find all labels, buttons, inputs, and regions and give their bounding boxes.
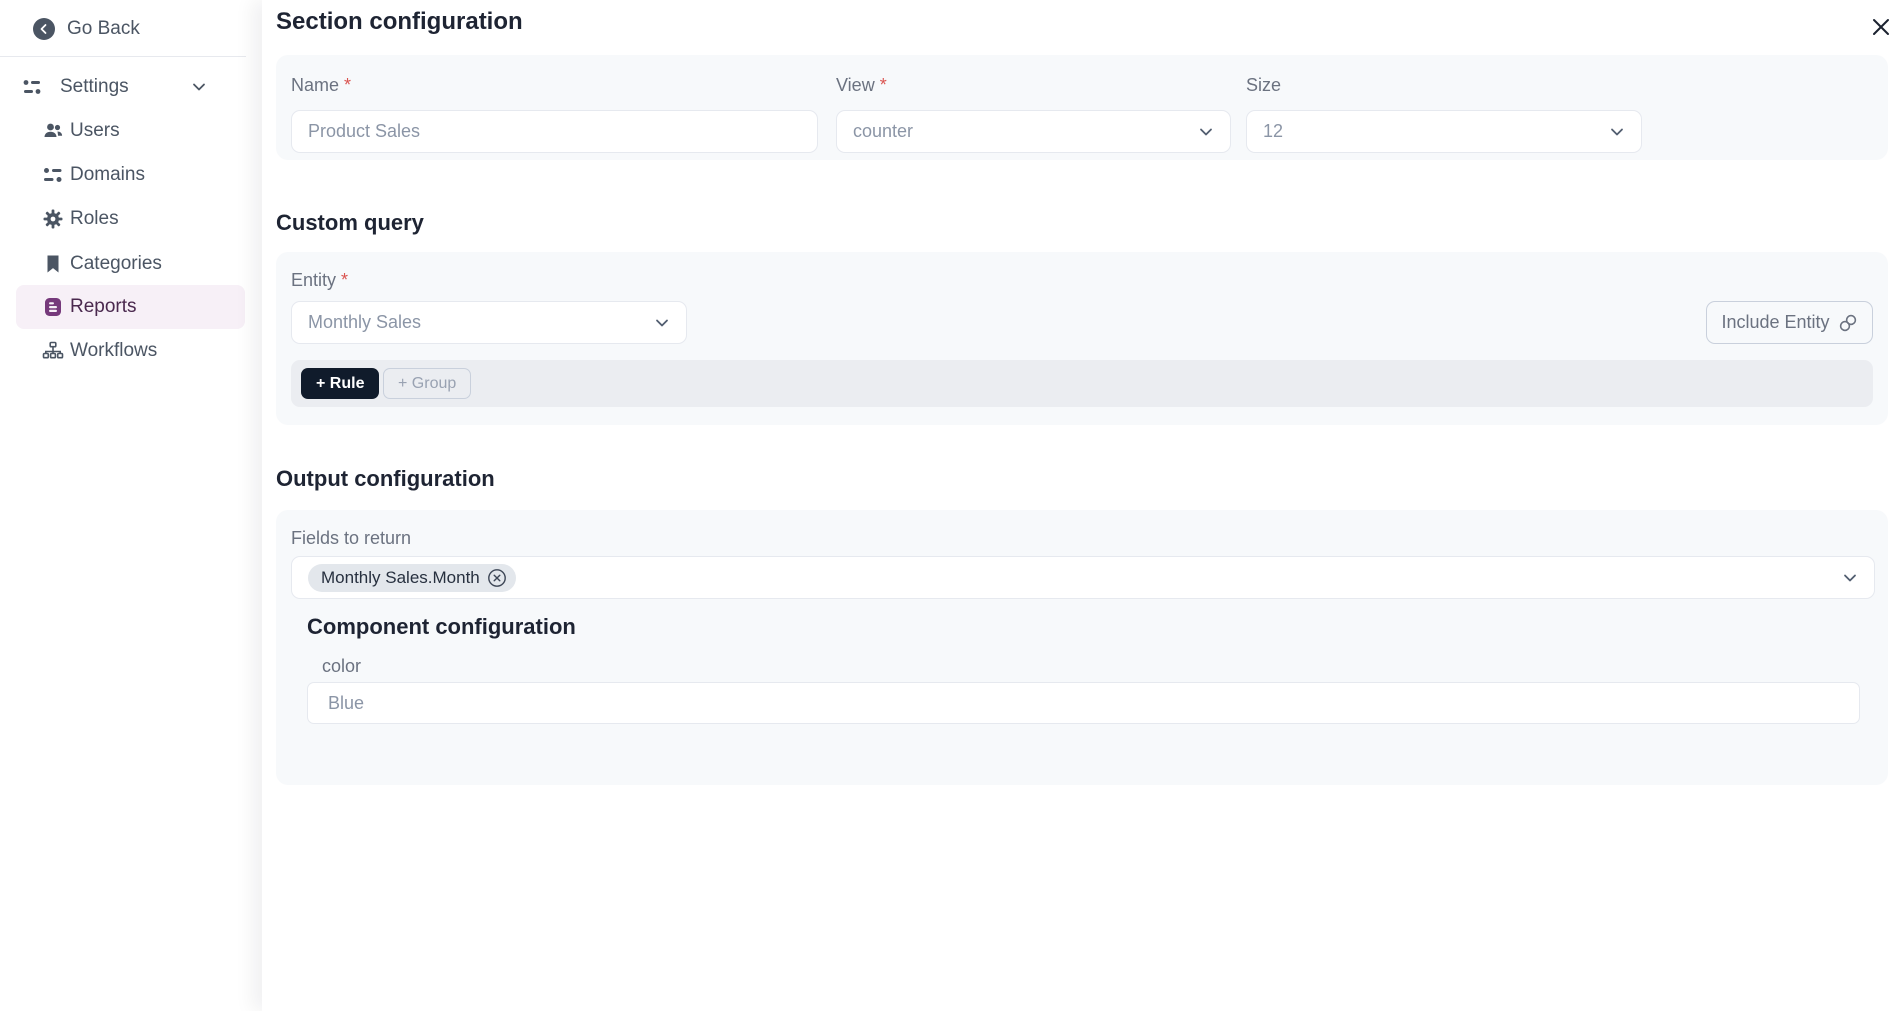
domains-icon [42,164,64,186]
users-icon [42,120,64,142]
remove-chip-icon[interactable] [487,568,507,588]
view-select-value: counter [853,121,1196,142]
page-title: Section configuration [276,8,523,36]
link-icon [1838,313,1858,333]
add-rule-button[interactable]: + Rule [301,368,379,399]
section-configuration-drawer: Section configuration Name* View* counte… [262,0,1902,1011]
sidebar-item-workflows[interactable]: Workflows [16,329,245,373]
size-select-value: 12 [1263,121,1607,142]
name-input[interactable] [291,110,818,153]
close-icon [1869,15,1893,39]
sidebar-item-label: Domains [70,164,145,186]
sidebar-item-label: Reports [70,296,137,318]
sidebar-item-reports[interactable]: Reports [16,285,245,329]
fields-to-return-multiselect[interactable]: Monthly Sales.Month [291,556,1875,599]
chevron-down-icon [1607,122,1627,142]
fields-to-return-label: Fields to return [291,528,411,549]
color-input[interactable] [307,682,1860,724]
sidebar-item-label: Users [70,120,120,142]
chevron-down-icon [189,77,209,97]
sidebar: Go Back Settings Users Domains [0,0,262,1011]
sidebar-item-domains[interactable]: Domains [16,153,245,197]
selected-field-chip: Monthly Sales.Month [308,564,516,592]
sidebar-item-categories[interactable]: Categories [16,242,245,286]
custom-query-heading: Custom query [276,210,424,236]
basic-config-card: Name* View* counter Size 12 [276,55,1888,160]
sidebar-item-label: Workflows [70,340,157,362]
chevron-down-icon [1196,122,1216,142]
report-icon [42,296,64,318]
sidebar-item-roles[interactable]: Roles [16,197,245,241]
sidebar-item-users[interactable]: Users [16,109,245,153]
go-back-label: Go Back [67,18,140,40]
back-circle-icon [33,18,55,40]
view-label: View* [836,75,887,96]
entity-label: Entity* [291,270,348,291]
gear-icon [42,208,64,230]
required-asterisk: * [344,75,351,95]
add-group-button[interactable]: + Group [383,368,471,399]
sitemap-icon [42,340,64,362]
output-configuration-heading: Output configuration [276,466,495,492]
chip-label: Monthly Sales.Month [321,568,480,588]
view-select[interactable]: counter [836,110,1231,153]
sidebar-item-label: Roles [70,208,119,230]
close-button[interactable] [1866,12,1896,42]
include-entity-label: Include Entity [1721,312,1829,333]
bookmark-icon [42,253,64,275]
sidebar-divider [0,56,246,57]
component-configuration-heading: Component configuration [307,614,576,640]
query-builder-bar: + Rule + Group [291,360,1873,407]
chevron-down-icon [1840,568,1860,588]
sidebar-item-settings[interactable]: Settings [16,70,245,104]
chevron-down-icon [652,313,672,333]
go-back-button[interactable]: Go Back [16,12,140,46]
name-label: Name* [291,75,351,96]
sidebar-item-label: Categories [70,253,162,275]
sidebar-item-label: Settings [60,76,129,98]
size-select[interactable]: 12 [1246,110,1642,153]
entity-select-value: Monthly Sales [308,312,652,333]
size-label: Size [1246,75,1281,96]
output-config-card: Fields to return Monthly Sales.Month Com… [276,510,1888,785]
custom-query-card: Entity* Monthly Sales Include Entity + R… [276,252,1888,425]
settings-tune-icon [22,77,42,97]
color-label: color [322,656,361,677]
entity-select[interactable]: Monthly Sales [291,301,687,344]
required-asterisk: * [880,75,887,95]
required-asterisk: * [341,270,348,290]
include-entity-button[interactable]: Include Entity [1706,301,1873,344]
